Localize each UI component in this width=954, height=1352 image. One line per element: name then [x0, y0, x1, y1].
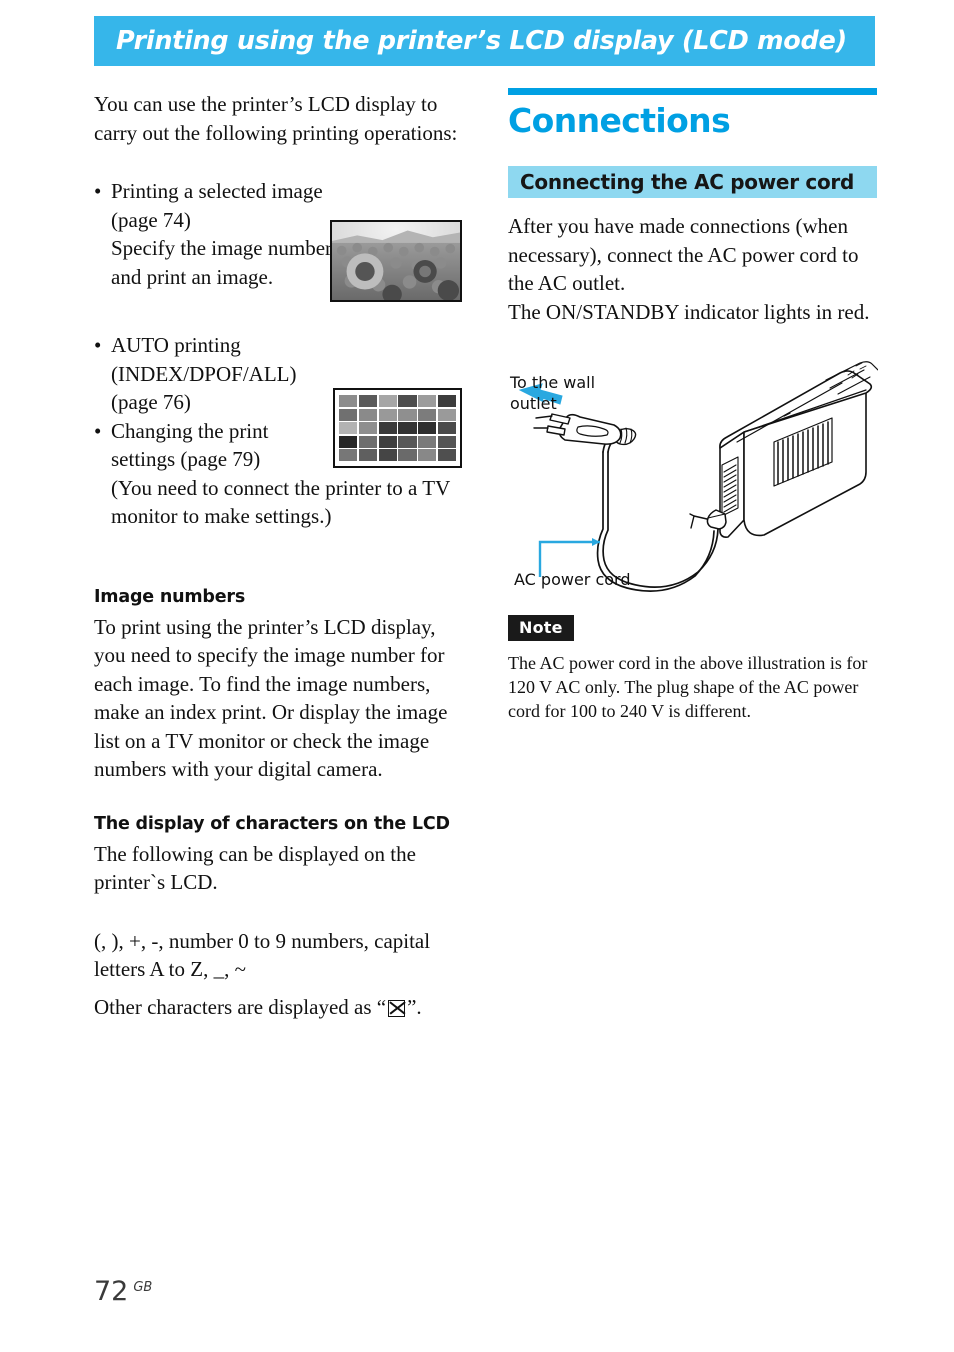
paragraph-image-numbers: To print using the printer’s LCD display…: [94, 614, 448, 782]
index-cell: [398, 449, 417, 461]
section-subheading-bar: Connecting the AC power cord: [508, 166, 877, 198]
index-cell: [418, 435, 437, 448]
paragraph-display-of-characters: The following can be displayed on the pr…: [94, 841, 416, 895]
index-cell: [398, 435, 417, 448]
bullet-continuation: Specify the image number and print an im…: [111, 236, 333, 289]
other-characters-prefix: Other characters are displayed as “: [94, 994, 387, 1019]
index-cell: [437, 408, 456, 421]
index-cell: [418, 449, 437, 461]
page-number: 72: [94, 1276, 129, 1307]
lcd-unknown-character-glyph-icon: [388, 999, 406, 1017]
index-cell: [339, 395, 358, 407]
index-cell: [378, 395, 397, 407]
bullet-label: AUTO printing (INDEX/DPOF/ALL) (page 76): [111, 333, 297, 414]
intro-paragraph: You can use the printer’s LCD display to…: [94, 92, 458, 145]
index-cell: [378, 449, 397, 461]
callout-to-the-wall-outlet: To the wall outlet: [510, 372, 595, 414]
index-cell: [339, 408, 358, 421]
index-cell: [437, 435, 456, 448]
heading-display-of-characters: The display of characters on the LCD: [94, 813, 450, 834]
note-badge: Note: [508, 615, 574, 641]
paragraph-after-connections: After you have made connections (when ne…: [508, 214, 859, 295]
sunflower-photo-image: [332, 222, 460, 300]
page-footer: 72 GB: [94, 1276, 152, 1307]
index-cell: [339, 449, 358, 461]
index-cell: [398, 422, 417, 434]
sunflower-photo-thumbnail: [330, 220, 462, 302]
index-cell: [378, 422, 397, 434]
index-cell: [358, 435, 377, 448]
ac-power-cord-connection-illustration: To the wall outlet AC power cord: [508, 332, 879, 607]
right-content-column: Connections Connecting the AC power cord…: [508, 88, 879, 741]
callout-line-2: outlet: [510, 394, 557, 413]
index-cell: [358, 408, 377, 421]
callout-ac-power-cord: AC power cord: [514, 570, 631, 589]
bullet-marker: •: [94, 418, 102, 443]
chapter-title-rule: [508, 88, 877, 95]
index-cell: [437, 422, 456, 434]
index-print-thumbnail: [333, 388, 462, 468]
index-cell: [339, 422, 358, 434]
bullet-marker: •: [94, 333, 102, 357]
index-cell: [358, 449, 377, 461]
heading-image-numbers: Image numbers: [94, 586, 246, 607]
note-body: The AC power cord in the above illustrat…: [508, 653, 868, 721]
paragraph-other-characters: Other characters are displayed as “ ”.: [94, 993, 466, 1022]
index-cell: [358, 422, 377, 434]
index-cell: [418, 395, 437, 407]
index-cell: [398, 395, 417, 407]
bullet-label: Changing the print settings (page 79): [111, 418, 269, 472]
note-block: Note The AC power cord in the above illu…: [508, 615, 878, 723]
bullet-label: Printing a selected image (page 74): [111, 179, 323, 232]
bullet-continuation: (You need to connect the printer to a TV…: [111, 475, 450, 529]
index-cell: [437, 395, 456, 407]
section-subheading-label: Connecting the AC power cord: [520, 170, 854, 194]
page-header-title: Printing using the printer’s LCD display…: [116, 26, 847, 56]
other-characters-suffix: ”.: [407, 994, 422, 1019]
index-cell: [437, 449, 456, 461]
callout-line-1: To the wall: [510, 373, 596, 392]
paragraph-supported-charset: (, ), +, -, number 0 to 9 numbers, capit…: [94, 928, 431, 982]
index-cell: [418, 422, 437, 434]
page-region-code: GB: [133, 1280, 153, 1295]
index-cell: [378, 408, 397, 421]
chapter-title: Connections: [508, 101, 731, 140]
bullet-marker: •: [94, 179, 102, 203]
index-print-grid: [339, 395, 456, 461]
paragraph-on-standby-indicator: The ON/STANDBY indicator lights in red.: [508, 299, 870, 324]
index-cell: [418, 408, 437, 421]
index-cell: [358, 395, 377, 407]
index-cell: [339, 435, 358, 448]
index-cell: [378, 435, 397, 448]
page-header-banner: Printing using the printer’s LCD display…: [94, 16, 875, 66]
index-cell: [398, 408, 417, 421]
